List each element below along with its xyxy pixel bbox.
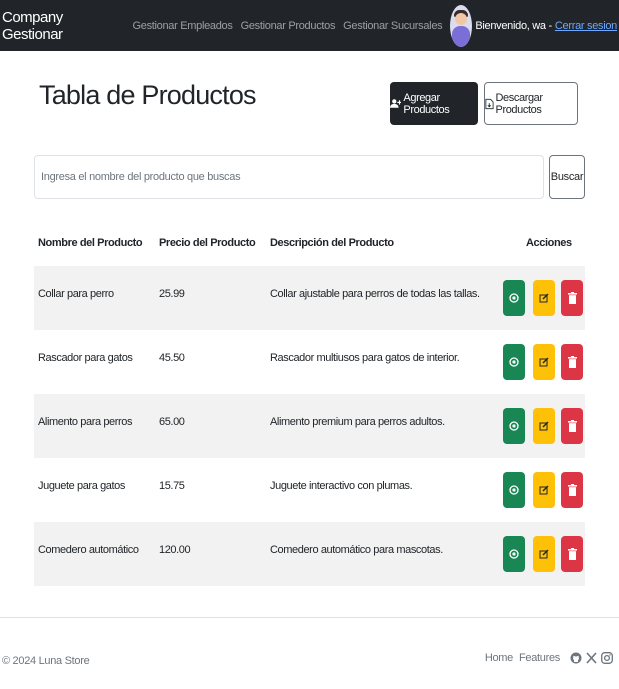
product-price: 65.00 (159, 416, 185, 428)
nav-link-sucursales[interactable]: Gestionar Sucursales (343, 20, 442, 32)
avatar (450, 4, 473, 47)
product-price: 45.50 (159, 352, 185, 364)
delete-button[interactable] (561, 344, 583, 380)
product-description: Comedero automático para mascotas. (270, 544, 443, 556)
brand-link[interactable]: Company Gestionar (2, 9, 125, 43)
delete-button[interactable] (561, 280, 583, 316)
view-button[interactable] (503, 344, 525, 380)
delete-button[interactable] (561, 408, 583, 444)
product-name: Alimento para perros (38, 416, 133, 428)
table-header: Nombre del Producto Precio del Producto … (34, 225, 585, 263)
table-row: Comedero automático 120.00 Comedero auto… (34, 522, 585, 586)
add-person-icon (390, 99, 402, 108)
edit-button[interactable] (533, 408, 555, 444)
footer-link-home[interactable]: Home (485, 652, 513, 664)
edit-button[interactable] (533, 280, 555, 316)
add-product-button[interactable]: Agregar Productos (390, 82, 478, 125)
footer-link-features[interactable]: Features (519, 652, 560, 664)
copyright-text: © 2024 Luna Store (2, 655, 90, 667)
instagram-icon[interactable] (601, 652, 613, 664)
view-button[interactable] (503, 408, 525, 444)
view-button[interactable] (503, 280, 525, 316)
view-button[interactable] (503, 472, 525, 508)
page-title: Tabla de Productos (39, 80, 257, 110)
table-row: Rascador para gatos 45.50 Rascador multi… (34, 330, 585, 394)
product-price: 15.75 (159, 480, 185, 492)
download-products-label: Descargar Productos (495, 91, 544, 116)
edit-button[interactable] (533, 344, 555, 380)
trash-icon (567, 548, 577, 560)
nav-link-productos[interactable]: Gestionar Productos (241, 20, 336, 32)
product-price: 120.00 (159, 544, 191, 556)
download-products-button[interactable]: Descargar Productos (484, 82, 578, 125)
nav-link-empleados[interactable]: Gestionar Empleados (133, 20, 233, 32)
logout-link[interactable]: Cerrar sesion (555, 20, 617, 32)
product-description: Rascador multiusos para gatos de interio… (270, 352, 460, 364)
trash-icon (567, 484, 577, 496)
github-icon[interactable] (570, 652, 582, 664)
top-navbar: Company Gestionar Gestionar Empleados Ge… (0, 0, 619, 51)
edit-button[interactable] (533, 472, 555, 508)
product-description: Collar ajustable para perros de todas la… (270, 288, 480, 300)
edit-button[interactable] (533, 536, 555, 572)
product-name: Juguete para gatos (38, 480, 125, 492)
delete-button[interactable] (561, 536, 583, 572)
eye-icon (509, 485, 519, 495)
edit-icon (539, 549, 549, 559)
product-price: 25.99 (159, 288, 185, 300)
trash-icon (567, 356, 577, 368)
edit-icon (539, 357, 549, 367)
edit-icon (539, 485, 549, 495)
edit-icon (539, 421, 549, 431)
header-description: Descripción del Producto (270, 237, 394, 249)
user-area: Bienvenido, wa - Cerrar sesion (450, 4, 617, 47)
product-description: Alimento premium para perros adultos. (270, 416, 445, 428)
header-name: Nombre del Producto (38, 237, 143, 249)
file-download-icon (485, 98, 494, 109)
table-row: Collar para perro 25.99 Collar ajustable… (34, 266, 585, 330)
search-button[interactable]: Buscar (549, 155, 585, 199)
product-description: Juguete interactivo con plumas. (270, 480, 413, 492)
edit-icon (539, 293, 549, 303)
add-product-label: Agregar Productos (403, 91, 450, 116)
delete-button[interactable] (561, 472, 583, 508)
eye-icon (509, 549, 519, 559)
product-name: Collar para perro (38, 288, 114, 300)
header-price: Precio del Producto (159, 237, 256, 249)
table-row: Alimento para perros 65.00 Alimento prem… (34, 394, 585, 458)
trash-icon (567, 420, 577, 432)
search-input[interactable] (34, 155, 544, 199)
eye-icon (509, 357, 519, 367)
trash-icon (567, 292, 577, 304)
product-name: Rascador para gatos (38, 352, 133, 364)
product-name: Comedero automático (38, 544, 139, 556)
welcome-text: Bienvenido, wa - (475, 19, 552, 32)
table-row: Juguete para gatos 15.75 Juguete interac… (34, 458, 585, 522)
x-icon[interactable] (586, 652, 597, 664)
footer-links: Home Features (485, 652, 613, 664)
header-actions: Acciones (526, 237, 572, 249)
view-button[interactable] (503, 536, 525, 572)
eye-icon (509, 421, 519, 431)
eye-icon (509, 293, 519, 303)
footer-divider (0, 617, 619, 618)
